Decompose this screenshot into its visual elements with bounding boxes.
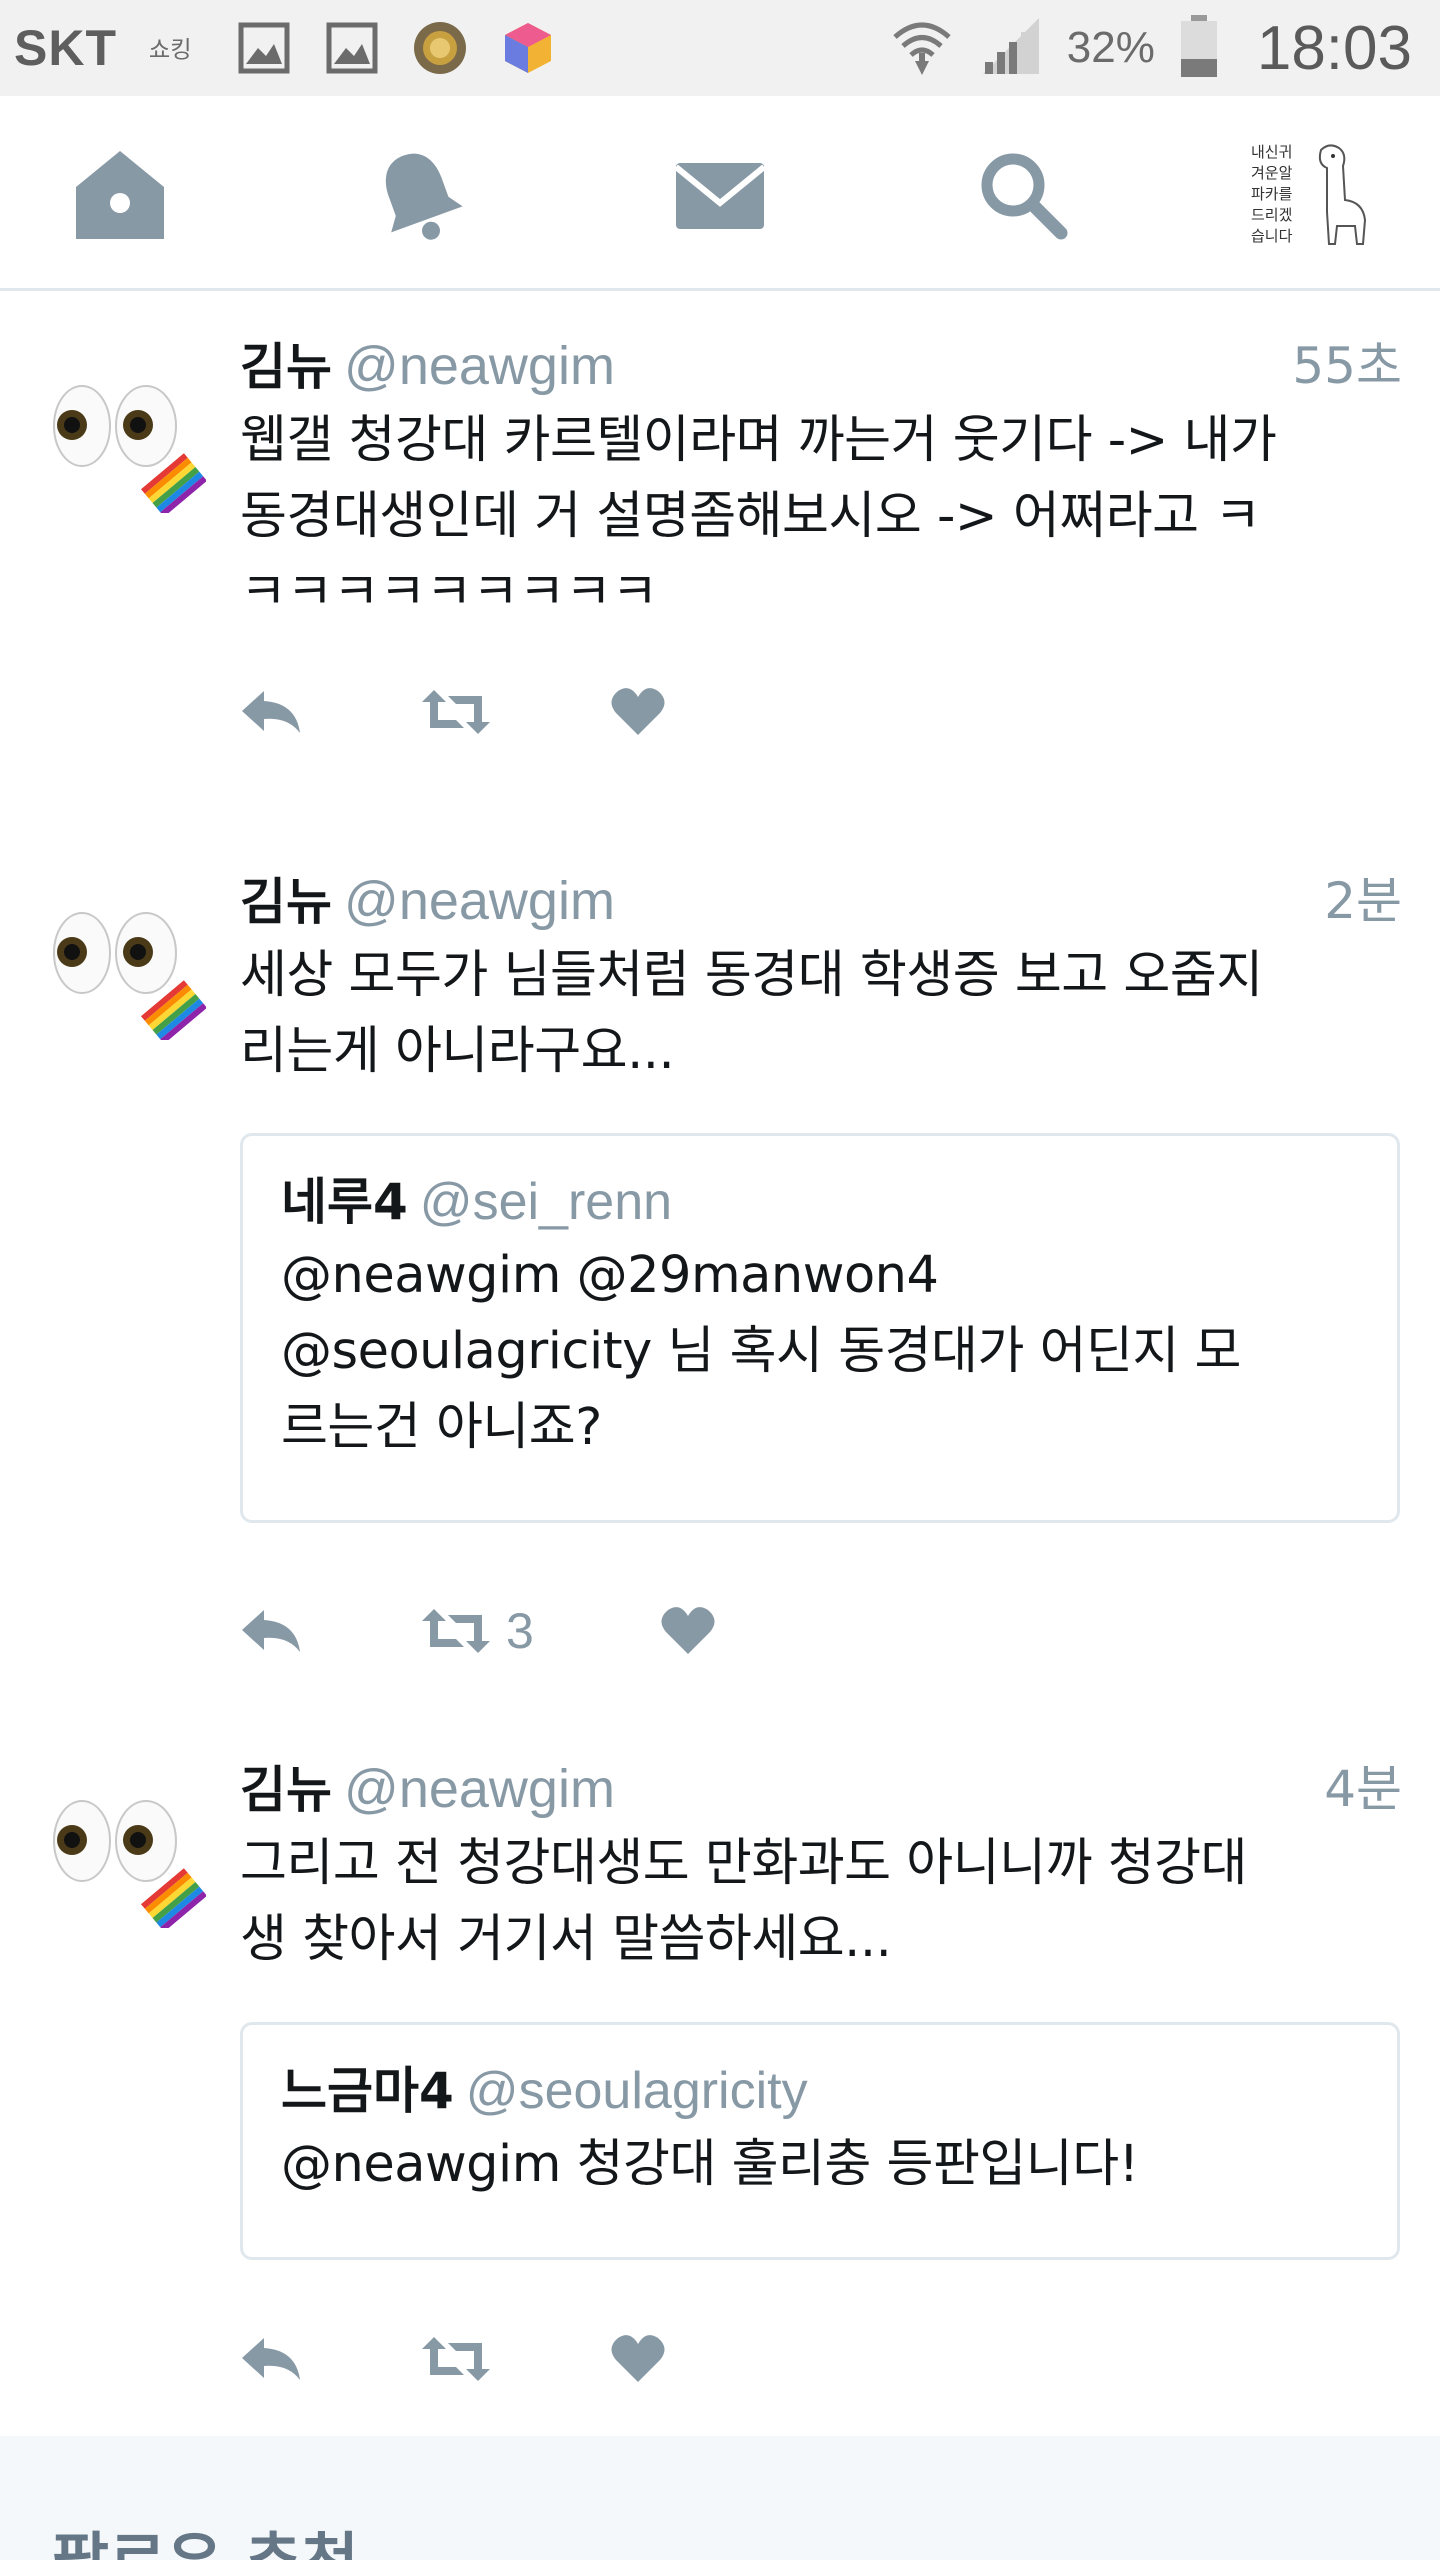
reply-icon xyxy=(242,1610,300,1652)
retweet-button[interactable] xyxy=(420,677,610,747)
reply-icon xyxy=(242,2338,300,2380)
tweet-text: 세상 모두가 님들처럼 동경대 학생증 보고 오줌지 리는게 아니라구요... xyxy=(240,938,1400,1090)
author-handle[interactable]: @neawgim xyxy=(344,871,615,931)
messages-icon[interactable] xyxy=(665,140,775,250)
like-button[interactable] xyxy=(610,677,666,747)
eyes-avatar[interactable] xyxy=(46,373,208,517)
notifications-icon[interactable] xyxy=(363,140,473,250)
top-navigation: 내신귀 겨운알 파카를 드리겠 습니다 xyxy=(0,96,1440,291)
tweet[interactable]: 김뉴 @neawgim 2분 세상 모두가 님들처럼 동경대 학생증 보고 오줌지… xyxy=(0,810,1440,1701)
quoted-author-handle: @sei_renn xyxy=(419,1173,673,1231)
reply-button[interactable] xyxy=(240,677,420,747)
tweet-text: 그리고 전 청강대생도 만화과도 아니니까 청강대 생 찾아서 거기서 말씀하세… xyxy=(240,1826,1400,1978)
profile-avatar[interactable]: 내신귀 겨운알 파카를 드리겠 습니다 xyxy=(1243,136,1375,254)
tweet-text-line: 세상 모두가 님들처럼 동경대 학생증 보고 오줌지 xyxy=(240,946,1263,1005)
author-name[interactable]: 김뉴 xyxy=(240,338,332,396)
author-handle[interactable]: @neawgim xyxy=(344,336,615,396)
reply-button[interactable] xyxy=(240,1596,420,1666)
battery-icon xyxy=(1179,13,1219,83)
avatar-text-line: 내신귀 xyxy=(1251,143,1293,161)
like-button[interactable] xyxy=(610,2324,666,2394)
avatar-text-line: 습니다 xyxy=(1251,227,1293,245)
retweet-icon xyxy=(422,690,490,734)
tweet[interactable]: 김뉴 @neawgim 55초 웹갤 청강대 카르텔이라며 까는거 웃기다 -> … xyxy=(0,291,1440,813)
tweet-text-line: 생 찾아서 거기서 말씀하세요... xyxy=(240,1910,892,1969)
heart-icon xyxy=(661,1607,715,1654)
battery-percent: 32% xyxy=(1066,23,1155,72)
tweet-text-line: 웹갤 청강대 카르텔이라며 까는거 웃기다 -> 내가 xyxy=(240,411,1277,470)
tweet-header: 김뉴 @neawgim 4분 xyxy=(240,1759,1402,1819)
like-button[interactable] xyxy=(660,1596,716,1666)
quoted-text-line: 르는건 아니죠? xyxy=(281,1398,602,1457)
tweet-actions xyxy=(240,677,666,747)
gallery-icon xyxy=(235,19,293,77)
cube-app-icon xyxy=(499,19,557,77)
quoted-text-line: @neawgim @29manwon4 xyxy=(281,1246,939,1305)
alpaca-drawing xyxy=(1318,144,1367,245)
avatar-text: 내신귀 겨운알 파카를 드리겠 습니다 xyxy=(1251,142,1311,247)
search-icon[interactable] xyxy=(966,140,1076,250)
retweet-icon xyxy=(422,1609,490,1653)
tweet-text-line: ㅋㅋㅋㅋㅋㅋㅋㅋㅋ xyxy=(240,563,658,603)
svg-text:쇼킹: 쇼킹 xyxy=(149,37,192,64)
quoted-author-handle: @seoulagricity xyxy=(465,2062,808,2120)
eyes-avatar[interactable] xyxy=(46,900,208,1044)
wifi-icon xyxy=(889,13,955,83)
tweet-text-line: 동경대생인데 거 설명좀해보시오 -> 어쩌라고 ㅋ xyxy=(240,487,1261,546)
tweet-header: 김뉴 @neawgim 2분 xyxy=(240,871,1402,931)
avatar-text-line: 파카를 xyxy=(1251,185,1293,203)
heart-icon xyxy=(611,2335,665,2382)
quoted-header: 네루4 @sei_renn xyxy=(281,1172,672,1232)
tweet-text-line: 리는게 아니라구요... xyxy=(240,1022,675,1081)
tweet-text: 웹갤 청강대 카르텔이라며 까는거 웃기다 -> 내가 동경대생인데 거 설명좀… xyxy=(240,403,1400,603)
quoted-tweet[interactable]: 느금마4 @seoulagricity @neawgim 청강대 훌리충 등판입니… xyxy=(240,2022,1400,2260)
timestamp[interactable]: 55초 xyxy=(1292,336,1402,396)
retweet-icon xyxy=(422,2337,490,2381)
signal-icon xyxy=(979,14,1043,82)
clock: 18:03 xyxy=(1256,13,1412,83)
status-bar: SKT 쇼킹 32% 18:03 xyxy=(0,0,1440,96)
timestamp[interactable]: 2분 xyxy=(1324,871,1402,931)
quoted-author-name: 네루4 xyxy=(281,1173,408,1231)
quoted-header: 느금마4 @seoulagricity xyxy=(281,2061,808,2121)
heart-icon xyxy=(611,688,665,735)
author-handle[interactable]: @neawgim xyxy=(344,1759,615,1819)
carrier-label: SKT xyxy=(14,20,117,76)
retweet-button[interactable]: 3 xyxy=(420,1596,660,1666)
tweet-header: 김뉴 @neawgim 55초 xyxy=(240,336,1402,396)
quoted-text-line: @neawgim 청강대 훌리충 등판입니다! xyxy=(281,2135,1139,2194)
quoted-text: @neawgim @29manwon4 @seoulagricity 님 혹시 … xyxy=(281,1238,1351,1466)
retweet-button[interactable] xyxy=(420,2324,610,2394)
author-name[interactable]: 김뉴 xyxy=(240,873,332,931)
home-icon[interactable] xyxy=(65,140,175,250)
eyes-avatar[interactable] xyxy=(46,1788,208,1932)
author-name[interactable]: 김뉴 xyxy=(240,1761,332,1819)
tweet-text-line: 그리고 전 청강대생도 만화과도 아니니까 청강대 xyxy=(240,1834,1247,1893)
shopping-app-icon: 쇼킹 xyxy=(147,19,205,77)
avatar-text-line: 겨운알 xyxy=(1251,164,1293,182)
quoted-author-name: 느금마4 xyxy=(281,2062,454,2120)
section-title: 팔로우 추천 xyxy=(52,2524,359,2560)
quoted-text: @neawgim 청강대 훌리충 등판입니다! xyxy=(281,2127,1351,2203)
tweet-actions: 3 xyxy=(240,1596,716,1666)
quoted-text-line: @seoulagricity 님 혹시 동경대가 어딘지 모 xyxy=(281,1322,1241,1381)
avatar-text-line: 드리겠 xyxy=(1251,206,1293,224)
retweet-count: 3 xyxy=(506,1603,534,1659)
gallery-icon xyxy=(323,19,381,77)
tweet-actions xyxy=(240,2324,666,2394)
quoted-tweet[interactable]: 네루4 @sei_renn @neawgim @29manwon4 @seoula… xyxy=(240,1133,1400,1523)
reply-icon xyxy=(242,691,300,733)
tweet[interactable]: 김뉴 @neawgim 4분 그리고 전 청강대생도 만화과도 아니니까 청강대 … xyxy=(0,1698,1440,2439)
reply-button[interactable] xyxy=(240,2324,420,2394)
timestamp[interactable]: 4분 xyxy=(1324,1759,1402,1819)
medal-app-icon xyxy=(411,19,469,77)
who-to-follow-section: 팔로우 추천 xyxy=(0,2436,1440,2560)
